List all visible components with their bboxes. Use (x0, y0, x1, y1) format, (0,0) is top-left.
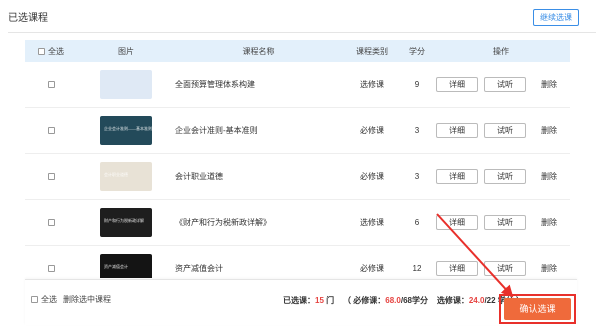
row-checkbox[interactable] (47, 265, 55, 272)
course-thumbnail-text: 企业会计准则——基本准则 (104, 126, 152, 131)
course-credit: 3 (414, 172, 420, 181)
delete-link[interactable]: 删除 (532, 79, 566, 90)
continue-selecting-button[interactable]: 继续选课 (533, 9, 579, 26)
detail-button[interactable]: 详细 (436, 215, 478, 230)
course-name: 资产减值会计 (175, 264, 223, 273)
detail-button[interactable]: 详细 (436, 169, 478, 184)
table-row: 会计职业道德 会计职业道德 必修课 3 详细 试听 删除 (25, 154, 570, 200)
delete-link[interactable]: 删除 (532, 263, 566, 274)
course-type: 选修课 (360, 218, 384, 227)
header-credit: 学分 (409, 46, 425, 56)
row-picture-cell: 企业会计准则——基本准则 (77, 116, 175, 145)
table-row: 企业会计准则——基本准则 企业会计准则-基本准则 必修课 3 详细 试听 删除 (25, 108, 570, 154)
course-thumbnail-text: 会计职业道德 (104, 172, 128, 177)
row-checkbox[interactable] (47, 127, 55, 134)
page-title: 已选课程 (8, 13, 48, 24)
required-label: 必修课： (353, 296, 386, 305)
course-credit: 3 (414, 126, 420, 135)
table-header: 全选 图片 课程名称 课程类别 学分 操作 (25, 40, 570, 62)
course-name: 会计职业道德 (175, 172, 223, 181)
delete-link[interactable]: 删除 (532, 125, 566, 136)
course-thumbnail-text: 财产和行为税新政详解 (104, 218, 144, 223)
select-all-checkbox[interactable] (38, 47, 45, 55)
delete-link[interactable]: 删除 (532, 217, 566, 228)
course-thumbnail: 资产减值会计 (100, 254, 152, 278)
header-divider (8, 32, 596, 33)
header-select-all[interactable]: 全选 (25, 46, 77, 57)
header-picture: 图片 (118, 46, 134, 56)
row-checkbox[interactable] (47, 81, 55, 88)
row-picture-cell: 会计职业道德 (77, 162, 175, 191)
row-select[interactable] (25, 127, 77, 134)
elective-label: 选修课： (436, 296, 469, 305)
open-paren: （ (343, 296, 352, 305)
course-type: 选修课 (360, 80, 384, 89)
course-name: 企业会计准则-基本准则 (175, 126, 258, 135)
row-operations: 详细 试听 删除 (432, 215, 570, 230)
selected-count: 15 (315, 296, 324, 305)
delete-selected-link[interactable]: 删除选中课程 (63, 294, 111, 305)
header-course-name: 课程名称 (242, 46, 275, 56)
required-total: /68学分 (400, 296, 428, 305)
footer-select-all[interactable]: 全选 删除选中课程 (31, 294, 111, 305)
course-name: 全面预算管理体系构建 (175, 80, 255, 89)
row-select[interactable] (25, 265, 77, 272)
row-picture-cell: 财产和行为税新政详解 (77, 208, 175, 237)
selected-unit: 门 (326, 296, 335, 305)
row-picture-cell (77, 70, 175, 99)
course-credit: 12 (412, 264, 422, 273)
course-thumbnail-text: 资产减值会计 (104, 264, 128, 269)
detail-button[interactable]: 详细 (436, 261, 478, 276)
detail-button[interactable]: 详细 (436, 77, 478, 92)
course-thumbnail: 企业会计准则——基本准则 (100, 116, 152, 145)
row-checkbox[interactable] (47, 219, 55, 226)
course-table: 全选 图片 课程名称 课程类别 学分 操作 全面预算管理体系构建 选修课 9 详… (25, 40, 570, 278)
trial-button[interactable]: 试听 (484, 123, 526, 138)
course-credit: 9 (414, 80, 420, 89)
header-course-type: 课程类别 (356, 46, 388, 56)
table-row: 资产减值会计 资产减值会计 必修课 12 详细 试听 删除 (25, 246, 570, 278)
row-picture-cell: 资产减值会计 (77, 254, 175, 278)
row-select[interactable] (25, 219, 77, 226)
course-type: 必修课 (360, 126, 384, 135)
row-select[interactable] (25, 173, 77, 180)
delete-link[interactable]: 删除 (532, 171, 566, 182)
row-operations: 详细 试听 删除 (432, 261, 570, 276)
course-type: 必修课 (360, 264, 384, 273)
footer-select-all-label: 全选 (41, 295, 57, 304)
course-thumbnail: 财产和行为税新政详解 (100, 208, 152, 237)
required-value: 68.0 (385, 296, 401, 305)
row-operations: 详细 试听 删除 (432, 123, 570, 138)
course-credit: 6 (414, 218, 420, 227)
course-thumbnail (100, 70, 152, 99)
row-checkbox[interactable] (47, 173, 55, 180)
detail-button[interactable]: 详细 (436, 123, 478, 138)
trial-button[interactable]: 试听 (484, 261, 526, 276)
trial-button[interactable]: 试听 (484, 77, 526, 92)
row-select[interactable] (25, 81, 77, 88)
selection-footer: 全选 删除选中课程 已选课：15 门 （ 必修课：68.0/68学分 选修课：2… (25, 279, 577, 325)
course-name: 《财产和行为税新政详解》 (175, 218, 271, 227)
course-type: 必修课 (360, 172, 384, 181)
elective-value: 24.0 (468, 296, 485, 305)
row-operations: 详细 试听 删除 (432, 169, 570, 184)
course-thumbnail: 会计职业道德 (100, 162, 152, 191)
trial-button[interactable]: 试听 (484, 169, 526, 184)
confirm-selection-button[interactable]: 确认选课 (504, 298, 571, 320)
selected-label: 已选课： (283, 296, 315, 305)
selection-summary: 已选课：15 门 （ 必修课：68.0/68学分 选修课：24.0/22 学分 … (283, 295, 524, 306)
table-row: 全面预算管理体系构建 选修课 9 详细 试听 删除 (25, 62, 570, 108)
table-row: 财产和行为税新政详解 《财产和行为税新政详解》 选修课 6 详细 试听 删除 (25, 200, 570, 246)
footer-select-all-checkbox[interactable] (31, 296, 38, 303)
header-operations: 操作 (493, 46, 509, 56)
select-all-label: 全选 (48, 46, 64, 56)
row-operations: 详细 试听 删除 (432, 77, 570, 92)
trial-button[interactable]: 试听 (484, 215, 526, 230)
